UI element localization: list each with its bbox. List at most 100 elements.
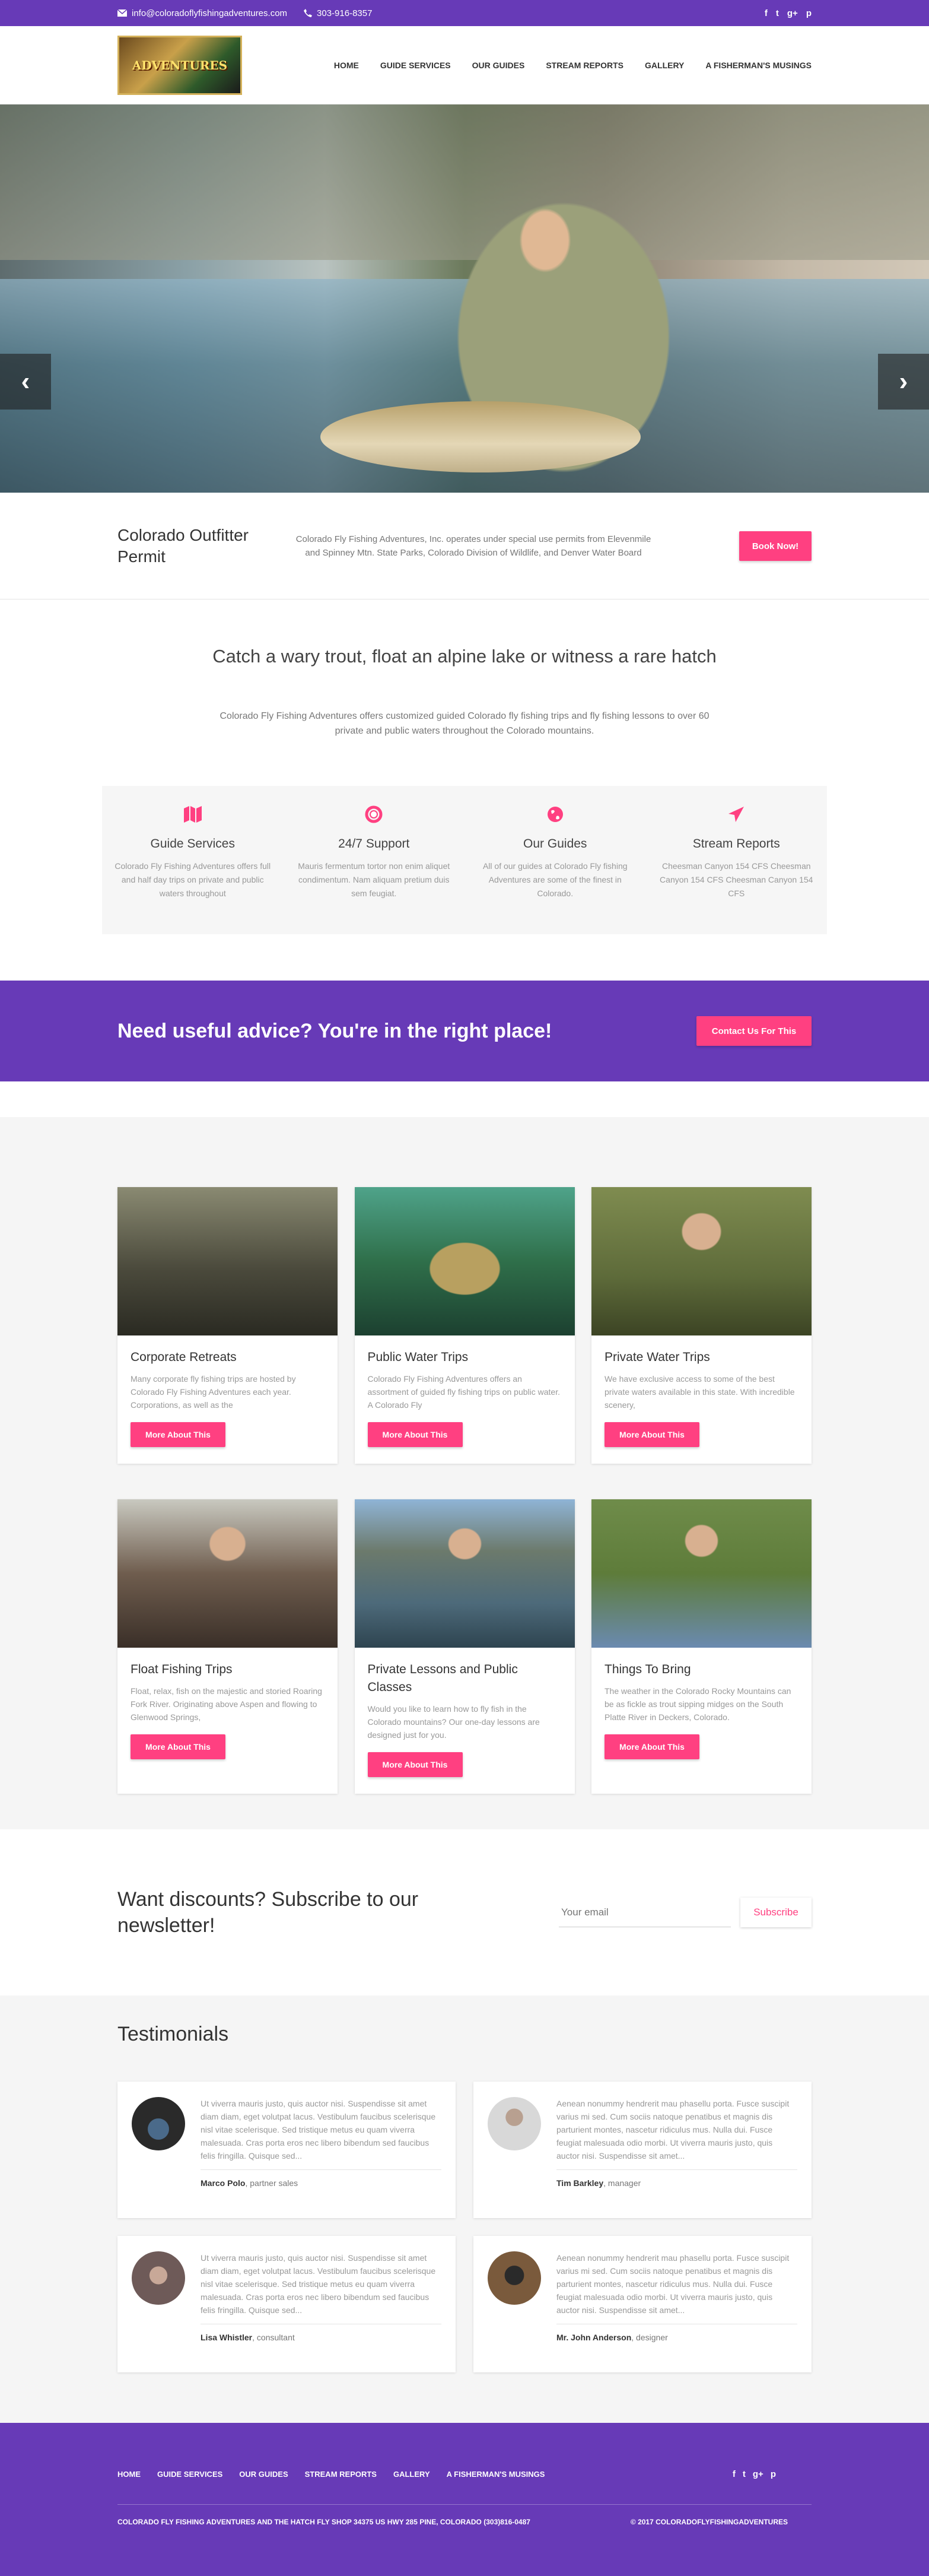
service-image[interactable] — [591, 1187, 812, 1335]
avatar — [132, 2251, 185, 2305]
facebook-icon[interactable]: f — [733, 2469, 736, 2479]
pinterest-icon[interactable]: p — [771, 2469, 776, 2479]
support-icon — [365, 805, 383, 823]
nav-home[interactable]: HOME — [334, 61, 359, 70]
service-title[interactable]: Float Fishing Trips — [131, 1661, 324, 1679]
testimonial-card: Ut viverra mauris justo, quis auctor nis… — [117, 2236, 456, 2372]
contact-us-button[interactable]: Contact Us For This — [696, 1016, 812, 1046]
footer-social: f t g+ p — [733, 2469, 776, 2479]
feature-title: Stream Reports — [692, 837, 780, 851]
service-title[interactable]: Public Water Trips — [368, 1349, 562, 1366]
service-image[interactable] — [117, 1499, 338, 1648]
service-card: Public Water Trips Colorado Fly Fishing … — [354, 1187, 575, 1464]
testimonial-text: Aenean nonummy hendrerit mau phasellu po… — [556, 2253, 790, 2315]
envelope-icon — [117, 9, 127, 17]
map-icon — [183, 806, 202, 823]
footer-nav: HOME GUIDE SERVICES OUR GUIDES STREAM RE… — [117, 2470, 545, 2479]
footer-nav-musings[interactable]: A FISHERMAN'S MUSINGS — [447, 2470, 545, 2479]
twitter-icon[interactable]: t — [743, 2469, 746, 2479]
more-about-button[interactable]: More About This — [367, 1422, 463, 1447]
phone-contact[interactable]: 303-916-8357 — [304, 8, 372, 18]
testimonial-card: Aenean nonummy hendrerit mau phasellu po… — [473, 2236, 812, 2372]
google-plus-icon[interactable]: g+ — [753, 2469, 763, 2479]
service-card: Private Lessons and Public Classes Would… — [354, 1499, 575, 1794]
chevron-left-icon: ‹ — [21, 367, 30, 396]
feature-title: Guide Services — [150, 837, 235, 851]
globe-icon — [547, 807, 563, 822]
avatar — [488, 2251, 541, 2305]
testimonials-title: Testimonials — [117, 2023, 229, 2045]
feature-text: All of our guides at Colorado Fly fishin… — [482, 861, 628, 898]
footer-address: COLORADO FLY FISHING ADVENTURES AND THE … — [117, 2518, 530, 2526]
testimonial-text: Ut viverra mauris justo, quis auctor nis… — [201, 2099, 436, 2161]
intro-text: Colorado Fly Fishing Adventures offers c… — [219, 711, 710, 736]
nav-musings[interactable]: A FISHERMAN'S MUSINGS — [705, 61, 812, 70]
book-now-button[interactable]: Book Now! — [739, 531, 812, 561]
intro-title: Catch a wary trout, float an alpine lake… — [212, 646, 717, 667]
testimonial-name: Lisa Whistler — [201, 2333, 253, 2342]
site-footer: HOME GUIDE SERVICES OUR GUIDES STREAM RE… — [0, 2423, 929, 2576]
service-text: Many corporate fly fishing trips are hos… — [131, 1374, 296, 1410]
testimonials-section: Testimonials Ut viverra mauris justo, qu… — [0, 1996, 929, 2423]
nav-guide-services[interactable]: GUIDE SERVICES — [380, 61, 451, 70]
site-logo[interactable]: ADVENTURES — [117, 36, 242, 95]
feature-text: Cheesman Canyon 154 CFS Cheesman Canyon … — [660, 861, 813, 898]
avatar — [488, 2097, 541, 2150]
footer-nav-gallery[interactable]: GALLERY — [393, 2470, 430, 2479]
service-title[interactable]: Private Water Trips — [605, 1349, 798, 1366]
service-title[interactable]: Private Lessons and Public Classes — [368, 1661, 562, 1696]
service-text: Colorado Fly Fishing Adventures offers a… — [367, 1374, 561, 1410]
more-about-button[interactable]: More About This — [367, 1752, 463, 1777]
social-links: f t g+ p — [765, 8, 812, 18]
slider-next-arrow[interactable]: › — [878, 354, 929, 410]
service-card: Things To Bring The weather in the Color… — [591, 1499, 812, 1794]
testimonial-text: Ut viverra mauris justo, quis auctor nis… — [201, 2253, 436, 2315]
twitter-icon[interactable]: t — [776, 8, 779, 18]
service-card: Corporate Retreats Many corporate fly fi… — [117, 1187, 338, 1464]
email-text: info@coloradoflyfishingadventures.com — [132, 8, 288, 18]
intro-section: Catch a wary trout, float an alpine lake… — [0, 599, 929, 738]
site-header: ADVENTURES HOME GUIDE SERVICES OUR GUIDE… — [0, 26, 929, 104]
service-title[interactable]: Things To Bring — [605, 1661, 798, 1679]
service-image[interactable] — [591, 1499, 812, 1648]
nav-our-guides[interactable]: OUR GUIDES — [472, 61, 525, 70]
more-about-button[interactable]: More About This — [131, 1734, 225, 1759]
facebook-icon[interactable]: f — [765, 8, 768, 18]
testimonial-card: Ut viverra mauris justo, quis auctor nis… — [117, 2082, 456, 2218]
feature-title: Our Guides — [523, 837, 587, 851]
service-text: We have exclusive access to some of the … — [605, 1374, 795, 1410]
testimonial-name: Marco Polo — [201, 2178, 246, 2188]
testimonial-role: , partner sales — [245, 2178, 298, 2188]
google-plus-icon[interactable]: g+ — [787, 8, 798, 18]
service-image[interactable] — [117, 1187, 338, 1335]
top-bar: info@coloradoflyfishingadventures.com 30… — [0, 0, 929, 26]
footer-nav-guide-services[interactable]: GUIDE SERVICES — [157, 2470, 222, 2479]
subscribe-button[interactable]: Subscribe — [740, 1898, 812, 1927]
testimonial-role: , manager — [603, 2178, 641, 2188]
slider-prev-arrow[interactable]: ‹ — [0, 354, 51, 410]
more-about-button[interactable]: More About This — [131, 1422, 225, 1447]
footer-nav-stream-reports[interactable]: STREAM REPORTS — [305, 2470, 377, 2479]
nav-gallery[interactable]: GALLERY — [645, 61, 684, 70]
feature-our-guides: Our Guides All of our guides at Colorado… — [465, 804, 646, 934]
service-title[interactable]: Corporate Retreats — [131, 1349, 324, 1366]
feature-title: 24/7 Support — [338, 837, 410, 851]
pinterest-icon[interactable]: p — [806, 8, 812, 18]
service-image[interactable] — [354, 1499, 575, 1648]
more-about-button[interactable]: More About This — [605, 1734, 699, 1759]
feature-stream-reports: Stream Reports Cheesman Canyon 154 CFS C… — [646, 804, 828, 934]
footer-nav-our-guides[interactable]: OUR GUIDES — [239, 2470, 288, 2479]
cta-title: Need useful advice? You're in the right … — [117, 1019, 552, 1042]
services-section: Corporate Retreats Many corporate fly fi… — [0, 1117, 929, 1829]
avatar — [132, 2097, 185, 2150]
service-card: Float Fishing Trips Float, relax, fish o… — [117, 1499, 338, 1794]
email-contact[interactable]: info@coloradoflyfishingadventures.com — [117, 8, 287, 18]
service-image[interactable] — [354, 1187, 575, 1335]
more-about-button[interactable]: More About This — [605, 1422, 699, 1447]
phone-text: 303-916-8357 — [317, 8, 373, 18]
advice-cta: Need useful advice? You're in the right … — [0, 981, 929, 1081]
testimonial-role: , designer — [631, 2333, 668, 2342]
email-input[interactable] — [559, 1898, 731, 1927]
footer-nav-home[interactable]: HOME — [117, 2470, 141, 2479]
nav-stream-reports[interactable]: STREAM REPORTS — [546, 61, 623, 70]
